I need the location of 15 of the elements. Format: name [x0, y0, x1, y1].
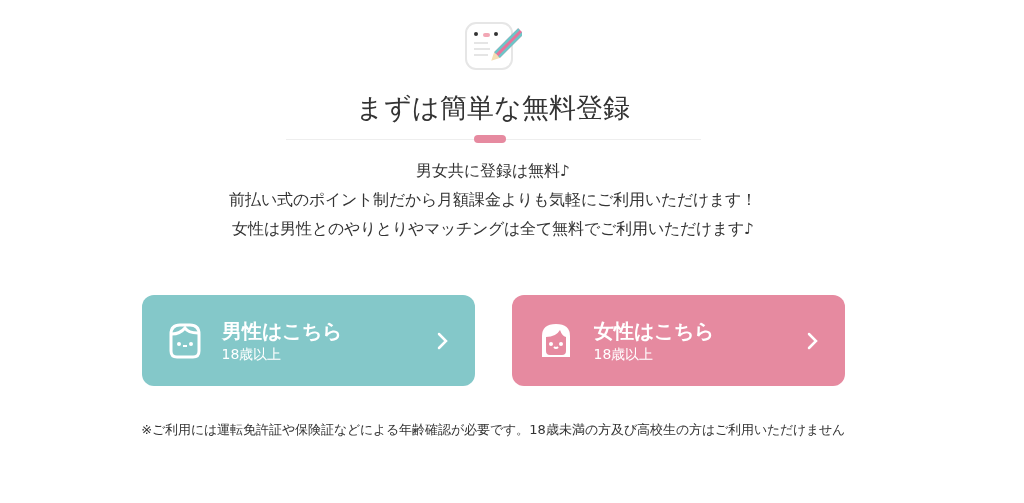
- register-button[interactable]: 男性はこちら 18歳以上: [141, 295, 475, 386]
- button-sublabel: 18歳以上: [593, 344, 654, 364]
- button-label: 女性はこちら: [593, 317, 714, 344]
- chevron-right-icon: [806, 331, 819, 350]
- page-title: まずは簡単な無料登録: [356, 94, 630, 121]
- register-button[interactable]: 女性はこちら 18歳以上: [511, 295, 845, 386]
- description-line: 女性は男性とのやりとりやマッチングは全て無料でご利用いただけます♪: [232, 219, 754, 240]
- chevron-right-icon: [436, 331, 449, 350]
- notepad-pencil-icon: [464, 20, 522, 72]
- age-verification-note: ※ご利用には運転免許証や保険証などによる年齢確認が必要です。18歳未満の方及び高校生の方はご利用いただけません: [141, 421, 845, 439]
- description-line: 前払い式のポイント制だから月額課金よりも気軽にご利用いただけます！: [229, 190, 757, 211]
- description-line: 男女共に登録は無料♪: [416, 161, 570, 182]
- button-sublabel: 18歳以上: [221, 344, 282, 364]
- title-underline-accent: [473, 135, 506, 143]
- button-label: 男性はこちら: [221, 317, 342, 344]
